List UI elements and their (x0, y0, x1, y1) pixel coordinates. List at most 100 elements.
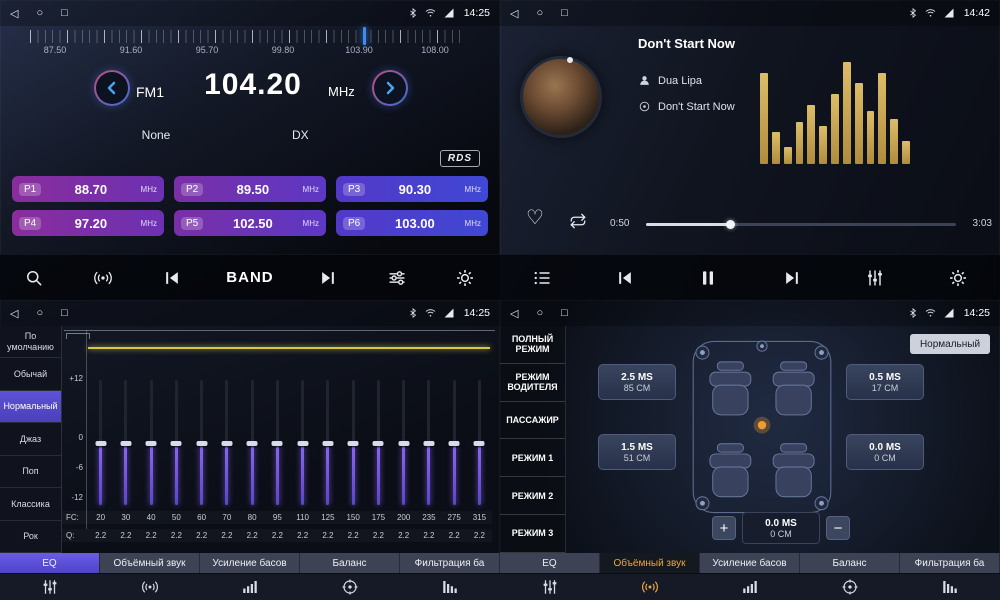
eq-band-slider[interactable] (341, 380, 366, 505)
eq-band-slider[interactable] (214, 380, 239, 505)
profile-button[interactable]: Нормальный (910, 334, 990, 354)
seek-bar[interactable] (646, 223, 956, 226)
eq-band-slider[interactable] (290, 380, 315, 505)
preset-button-4[interactable]: P4 97.20 MHz (12, 210, 164, 236)
mode-3[interactable]: РЕЖИМ 3 (500, 515, 565, 553)
bass-boost-icon[interactable] (200, 574, 300, 600)
recents-icon[interactable]: □ (561, 7, 568, 20)
next-station-button[interactable] (307, 258, 349, 298)
equalizer-settings-button[interactable] (376, 258, 418, 298)
settings-gear-button[interactable] (444, 258, 486, 298)
broadcast-icon-button[interactable] (82, 258, 124, 298)
tab-eq[interactable]: EQ (500, 553, 600, 573)
eq-band-slider[interactable] (442, 380, 467, 505)
recents-icon[interactable]: □ (61, 307, 68, 320)
slider-knob[interactable] (348, 441, 359, 446)
filter-icon[interactable] (900, 574, 1000, 600)
eq-preset-rock[interactable]: Рок (0, 521, 61, 553)
preset-button-2[interactable]: P2 89.50 MHz (174, 176, 326, 202)
delay-front-left-button[interactable]: 2.5 MS 85 CM (598, 364, 676, 400)
tab-bass-boost[interactable]: Усиление басов (200, 553, 300, 573)
slider-knob[interactable] (373, 441, 384, 446)
balance-icon[interactable] (300, 574, 400, 600)
slider-knob[interactable] (423, 441, 434, 446)
eq-bands-icon[interactable] (0, 574, 100, 600)
slider-knob[interactable] (146, 441, 157, 446)
eq-band-slider[interactable] (139, 380, 164, 505)
home-icon[interactable]: ○ (36, 7, 43, 20)
car-cabin-graphic[interactable] (684, 334, 840, 520)
favorite-heart-icon[interactable]: ♡ (526, 208, 544, 228)
eq-preset-classic[interactable]: Классика (0, 488, 61, 520)
slider-knob[interactable] (474, 441, 485, 446)
tab-balance[interactable]: Баланс (300, 553, 400, 573)
preset-button-1[interactable]: P1 88.70 MHz (12, 176, 164, 202)
tab-filter[interactable]: Фильтрация ба (900, 553, 1000, 573)
previous-station-button[interactable] (151, 258, 193, 298)
tab-eq[interactable]: EQ (0, 553, 100, 573)
eq-band-slider[interactable] (113, 380, 138, 505)
slider-knob[interactable] (247, 441, 258, 446)
surround-sound-icon[interactable] (100, 574, 200, 600)
mixer-button[interactable] (854, 258, 896, 298)
eq-band-slider[interactable] (189, 380, 214, 505)
eq-band-slider[interactable] (391, 380, 416, 505)
mode-passenger[interactable]: ПАССАЖИР (500, 402, 565, 440)
slider-knob[interactable] (297, 441, 308, 446)
eq-preset-pop[interactable]: Поп (0, 456, 61, 488)
slider-knob[interactable] (120, 441, 131, 446)
eq-preset-custom[interactable]: Обычай (0, 358, 61, 390)
eq-band-slider[interactable] (164, 380, 189, 505)
eq-band-slider[interactable] (240, 380, 265, 505)
eq-preset-normal[interactable]: Нормальный (0, 391, 61, 423)
tab-balance[interactable]: Баланс (800, 553, 900, 573)
eq-band-slider[interactable] (88, 380, 113, 505)
home-icon[interactable]: ○ (36, 307, 43, 320)
home-icon[interactable]: ○ (536, 307, 543, 320)
tab-filter[interactable]: Фильтрация ба (400, 553, 500, 573)
repeat-icon[interactable] (568, 212, 588, 230)
filter-icon[interactable] (400, 574, 500, 600)
slider-knob[interactable] (322, 441, 333, 446)
tab-surround[interactable]: Объёмный звук (600, 553, 700, 573)
mode-2[interactable]: РЕЖИМ 2 (500, 477, 565, 515)
eq-band-slider[interactable] (265, 380, 290, 505)
eq-band-slider[interactable] (315, 380, 340, 505)
eq-preset-jazz[interactable]: Джаз (0, 423, 61, 455)
progress-knob[interactable] (726, 220, 735, 229)
recents-icon[interactable]: □ (61, 7, 68, 20)
delay-rear-right-button[interactable]: 0.0 MS 0 CM (846, 434, 924, 470)
search-stations-button[interactable] (13, 258, 55, 298)
slider-knob[interactable] (221, 441, 232, 446)
tune-up-button[interactable] (372, 70, 408, 106)
mode-full[interactable]: ПОЛНЫЙ РЕЖИМ (500, 326, 565, 364)
eq-band-slider[interactable] (366, 380, 391, 505)
delay-increase-button[interactable]: + (712, 516, 736, 540)
playlist-button[interactable] (521, 258, 563, 298)
eq-preset-default[interactable]: По умолчанию (0, 326, 61, 358)
mode-driver[interactable]: РЕЖИМ ВОДИТЕЛЯ (500, 364, 565, 402)
slider-knob[interactable] (398, 441, 409, 446)
back-icon[interactable]: ◁ (510, 307, 518, 320)
next-track-button[interactable] (771, 258, 813, 298)
delay-decrease-button[interactable]: − (826, 516, 850, 540)
tune-down-button[interactable] (94, 70, 130, 106)
eq-band-slider[interactable] (416, 380, 441, 505)
back-icon[interactable]: ◁ (10, 307, 18, 320)
slider-knob[interactable] (196, 441, 207, 446)
tab-surround[interactable]: Объёмный звук (100, 553, 200, 573)
pause-button[interactable] (687, 258, 729, 298)
back-icon[interactable]: ◁ (10, 7, 18, 20)
eq-bands-icon[interactable] (500, 574, 600, 600)
band-button[interactable]: BAND (220, 258, 279, 298)
slider-knob[interactable] (449, 441, 460, 446)
preset-button-5[interactable]: P5 102.50 MHz (174, 210, 326, 236)
eq-band-slider[interactable] (467, 380, 492, 505)
mode-1[interactable]: РЕЖИМ 1 (500, 439, 565, 477)
previous-track-button[interactable] (604, 258, 646, 298)
bass-boost-icon[interactable] (700, 574, 800, 600)
balance-icon[interactable] (800, 574, 900, 600)
preset-button-6[interactable]: P6 103.00 MHz (336, 210, 488, 236)
back-icon[interactable]: ◁ (510, 7, 518, 20)
delay-rear-left-button[interactable]: 1.5 MS 51 CM (598, 434, 676, 470)
